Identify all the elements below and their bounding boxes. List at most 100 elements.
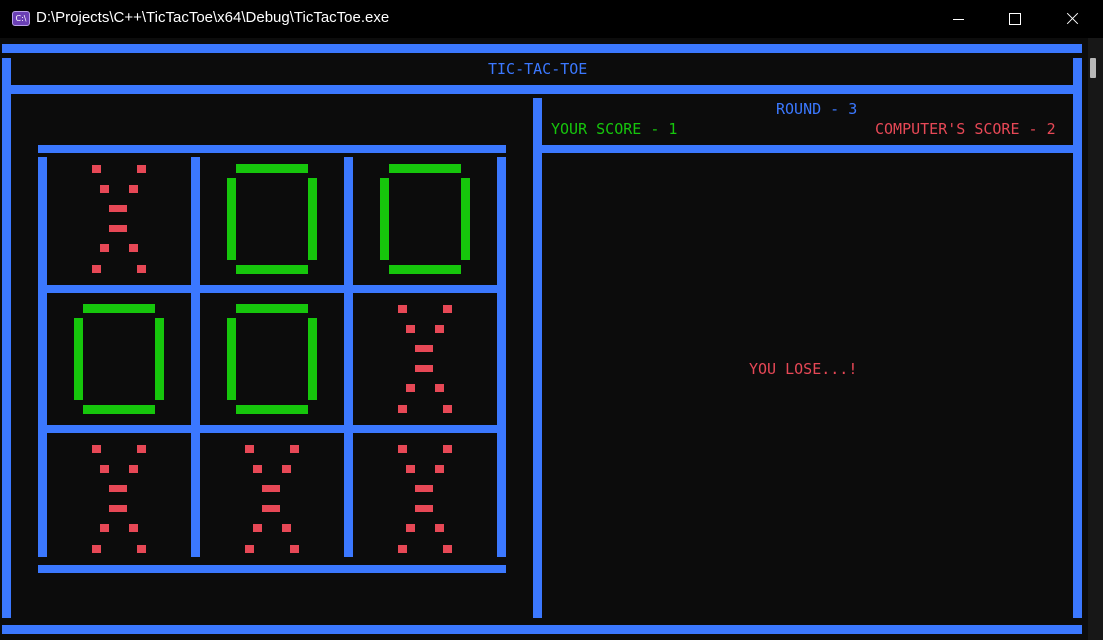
o-mark-segment (389, 164, 461, 173)
x-mark-pixel (443, 405, 452, 413)
x-mark-pixel (398, 305, 407, 313)
x-mark-pixel (137, 445, 146, 453)
frame-left-border (2, 58, 11, 618)
board-cell-7[interactable] (47, 437, 191, 565)
o-mark-segment (236, 265, 308, 274)
x-mark-pixel (129, 185, 138, 193)
board-cell-8[interactable] (200, 437, 344, 565)
board-right-border (497, 157, 506, 557)
board-cell-6[interactable] (353, 297, 497, 425)
window-title: D:\Projects\C++\TicTacToe\x64\Debug\TicT… (36, 9, 390, 26)
x-mark-pixel (406, 465, 415, 473)
board-col-divider-1 (191, 157, 200, 557)
computer-score: COMPUTER'S SCORE - 2 (875, 120, 1056, 138)
x-mark-pixel (415, 345, 433, 352)
o-mark-segment (83, 304, 155, 313)
x-mark-pixel (406, 524, 415, 532)
x-mark-pixel (129, 244, 138, 252)
window-title-bar: C:\ D:\Projects\C++\TicTacToe\x64\Debug\… (0, 0, 1103, 38)
x-mark-pixel (443, 545, 452, 553)
board-cell-1[interactable] (47, 157, 191, 285)
board-row-divider-1 (47, 285, 497, 293)
x-mark-pixel (109, 485, 127, 492)
game-title: TIC-TAC-TOE (488, 60, 588, 78)
o-mark-segment (74, 318, 83, 400)
maximize-button[interactable] (991, 0, 1037, 38)
board-left-border (38, 157, 47, 557)
x-mark-pixel (137, 165, 146, 173)
score-divider (542, 145, 1073, 153)
x-mark-pixel (443, 305, 452, 313)
vertical-scrollbar[interactable] (1088, 38, 1103, 640)
x-mark-pixel (398, 405, 407, 413)
x-mark-pixel (109, 205, 127, 212)
board-cell-9[interactable] (353, 437, 497, 565)
x-mark-pixel (92, 545, 101, 553)
round-label: ROUND - 3 (776, 100, 858, 118)
x-mark-pixel (290, 445, 299, 453)
x-mark-pixel (282, 465, 291, 473)
x-mark-pixel (92, 265, 101, 273)
x-mark-pixel (109, 505, 127, 512)
o-mark-segment (461, 178, 470, 260)
x-mark-pixel (415, 365, 433, 372)
x-mark-pixel (92, 445, 101, 453)
x-mark-pixel (415, 505, 433, 512)
x-mark-pixel (245, 545, 254, 553)
o-mark-segment (380, 178, 389, 260)
x-mark-pixel (137, 265, 146, 273)
x-mark-pixel (245, 445, 254, 453)
o-mark-segment (389, 265, 461, 274)
x-mark-pixel (398, 445, 407, 453)
board-col-divider-2 (344, 157, 353, 557)
x-mark-pixel (282, 524, 291, 532)
frame-bottom-border (2, 625, 1082, 634)
x-mark-pixel (435, 384, 444, 392)
o-mark-segment (83, 405, 155, 414)
x-mark-pixel (253, 524, 262, 532)
board-cell-5[interactable] (200, 297, 344, 425)
x-mark-pixel (100, 524, 109, 532)
o-mark-segment (236, 405, 308, 414)
your-score: YOUR SCORE - 1 (551, 120, 678, 138)
x-mark-pixel (435, 465, 444, 473)
header-divider (11, 85, 1073, 94)
x-mark-pixel (92, 165, 101, 173)
o-mark-segment (236, 304, 308, 313)
o-mark-segment (155, 318, 164, 400)
o-mark-segment (227, 318, 236, 400)
x-mark-pixel (109, 225, 127, 232)
close-button[interactable] (1049, 0, 1095, 38)
o-mark-segment (308, 178, 317, 260)
x-mark-pixel (415, 485, 433, 492)
x-mark-pixel (129, 524, 138, 532)
x-mark-pixel (435, 524, 444, 532)
x-mark-pixel (129, 465, 138, 473)
x-mark-pixel (290, 545, 299, 553)
board-top-border (38, 145, 506, 153)
frame-right-border (1073, 58, 1082, 618)
x-mark-pixel (262, 505, 280, 512)
minimize-button[interactable] (935, 0, 981, 38)
panel-divider (533, 98, 542, 618)
board-cell-2[interactable] (200, 157, 344, 285)
x-mark-pixel (406, 325, 415, 333)
x-mark-pixel (100, 465, 109, 473)
x-mark-pixel (443, 445, 452, 453)
x-mark-pixel (406, 384, 415, 392)
x-mark-pixel (398, 545, 407, 553)
board-row-divider-2 (47, 425, 497, 433)
x-mark-pixel (253, 465, 262, 473)
o-mark-segment (308, 318, 317, 400)
o-mark-segment (227, 178, 236, 260)
result-message: YOU LOSE...! (749, 360, 858, 378)
console-app-icon: C:\ (12, 11, 30, 26)
x-mark-pixel (100, 185, 109, 193)
x-mark-pixel (100, 244, 109, 252)
x-mark-pixel (137, 545, 146, 553)
frame-top-border (2, 44, 1082, 53)
board-cell-3[interactable] (353, 157, 497, 285)
board-cell-4[interactable] (47, 297, 191, 425)
x-mark-pixel (262, 485, 280, 492)
scrollbar-thumb[interactable] (1090, 58, 1096, 78)
